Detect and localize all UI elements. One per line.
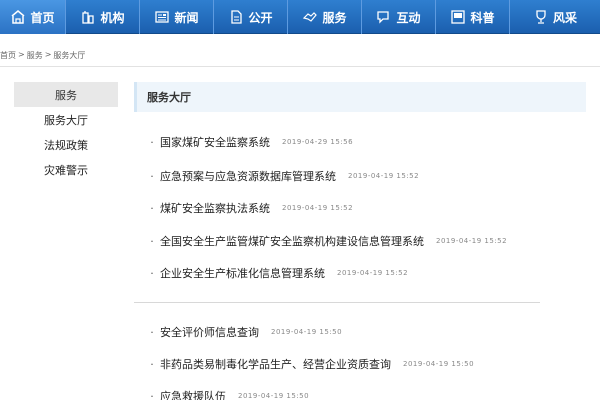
top-navigation-bar: 首页 机构 新闻 公开 服务 互动 科普 风采 xyxy=(0,0,600,34)
building-icon xyxy=(80,9,96,25)
list-item: · 全国安全生产监管煤矿安全监察机构建设信息管理系统 2019-04-19 15… xyxy=(146,231,507,251)
list-item-link[interactable]: 安全评价师信息查询 xyxy=(160,324,259,340)
nav-item-service[interactable]: 服务 xyxy=(288,0,362,34)
list-item-date: 2019-04-19 15:50 xyxy=(271,328,343,336)
list-item-link[interactable]: 煤矿安全监察执法系统 xyxy=(160,200,270,216)
bullet-icon: · xyxy=(150,135,154,149)
nav-item-interaction[interactable]: 互动 xyxy=(362,0,436,34)
list-item: · 煤矿安全监察执法系统 2019-04-19 15:52 xyxy=(146,198,353,218)
home-icon xyxy=(10,9,26,25)
bullet-icon: · xyxy=(150,266,154,280)
nav-item-label: 公开 xyxy=(248,10,273,25)
sidebar-item-regulations[interactable]: 法规政策 xyxy=(14,132,118,157)
book-icon xyxy=(450,9,466,25)
bullet-icon: · xyxy=(150,234,154,248)
section-divider xyxy=(134,302,540,303)
list-item-date: 2019-04-19 15:52 xyxy=(436,237,508,245)
bullet-icon: · xyxy=(150,325,154,339)
breadcrumb-home-link[interactable]: 首页 xyxy=(0,50,16,64)
breadcrumb-separator: > xyxy=(18,50,25,59)
document-icon xyxy=(228,9,244,25)
list-item-date: 2019-04-19 15:52 xyxy=(348,172,420,180)
newspaper-icon xyxy=(154,9,170,25)
list-item-link[interactable]: 应急预案与应急资源数据库管理系统 xyxy=(160,168,336,184)
list-item: · 应急救援队伍 2019-04-19 15:50 xyxy=(146,386,309,400)
bullet-icon: · xyxy=(150,389,154,400)
nav-item-label: 互动 xyxy=(396,10,421,25)
breadcrumb-separator: > xyxy=(44,50,52,59)
list-item-date: 2019-04-19 15:52 xyxy=(337,269,409,277)
nav-item-organization[interactable]: 机构 xyxy=(66,0,140,34)
nav-item-label: 风采 xyxy=(552,10,577,25)
chat-icon xyxy=(376,9,392,25)
breadcrumb-current: 服务大厅 xyxy=(53,51,86,60)
list-item-date: 2019-04-29 15:56 xyxy=(282,138,354,146)
list-item-link[interactable]: 国家煤矿安全监察系统 xyxy=(160,134,270,150)
breadcrumb: 首页 > 服务 > 服务大厅 xyxy=(0,50,85,64)
list-item: · 应急预案与应急资源数据库管理系统 2019-04-19 15:52 xyxy=(146,166,419,186)
nav-item-label: 首页 xyxy=(30,10,55,25)
list-item-date: 2019-04-19 15:50 xyxy=(403,360,475,368)
handshake-icon xyxy=(302,9,318,25)
nav-item-home[interactable]: 首页 xyxy=(0,0,66,34)
page-title: 服务大厅 xyxy=(134,82,586,112)
breadcrumb-divider xyxy=(0,66,600,67)
main-panel: 服务大厅 xyxy=(134,82,586,112)
nav-item-label: 新闻 xyxy=(174,10,199,25)
list-item: · 安全评价师信息查询 2019-04-19 15:50 xyxy=(146,322,342,342)
list-item-link[interactable]: 非药品类易制毒化学品生产、经营企业资质查询 xyxy=(160,356,391,372)
list-item: · 非药品类易制毒化学品生产、经营企业资质查询 2019-04-19 15:50 xyxy=(146,354,474,374)
nav-item-style[interactable]: 风采 xyxy=(510,0,600,34)
nav-item-label: 科普 xyxy=(470,10,495,25)
bullet-icon: · xyxy=(150,357,154,371)
nav-item-public[interactable]: 公开 xyxy=(214,0,288,34)
list-item-date: 2019-04-19 15:52 xyxy=(282,204,354,212)
bullet-icon: · xyxy=(150,169,154,183)
nav-item-label: 服务 xyxy=(322,10,347,25)
list-item: · 企业安全生产标准化信息管理系统 2019-04-19 15:52 xyxy=(146,263,408,283)
nav-item-label: 机构 xyxy=(100,10,125,25)
nav-item-science[interactable]: 科普 xyxy=(436,0,510,34)
sidebar-item-service-hall[interactable]: 服务大厅 xyxy=(14,107,118,132)
sidebar-item-disaster-warning[interactable]: 灾难警示 xyxy=(14,157,118,182)
sidebar: 服务 服务大厅 法规政策 灾难警示 xyxy=(14,82,118,182)
list-item-date: 2019-04-19 15:50 xyxy=(238,392,310,400)
nav-item-news[interactable]: 新闻 xyxy=(140,0,214,34)
list-item-link[interactable]: 应急救援队伍 xyxy=(160,388,226,400)
list-item-link[interactable]: 企业安全生产标准化信息管理系统 xyxy=(160,265,325,281)
list-item: · 国家煤矿安全监察系统 2019-04-29 15:56 xyxy=(146,132,353,152)
list-item-link[interactable]: 全国安全生产监管煤矿安全监察机构建设信息管理系统 xyxy=(160,233,424,249)
trophy-icon xyxy=(533,9,549,25)
breadcrumb-service-link[interactable]: 服务 xyxy=(27,50,43,64)
sidebar-heading: 服务 xyxy=(14,82,118,107)
bullet-icon: · xyxy=(150,201,154,215)
